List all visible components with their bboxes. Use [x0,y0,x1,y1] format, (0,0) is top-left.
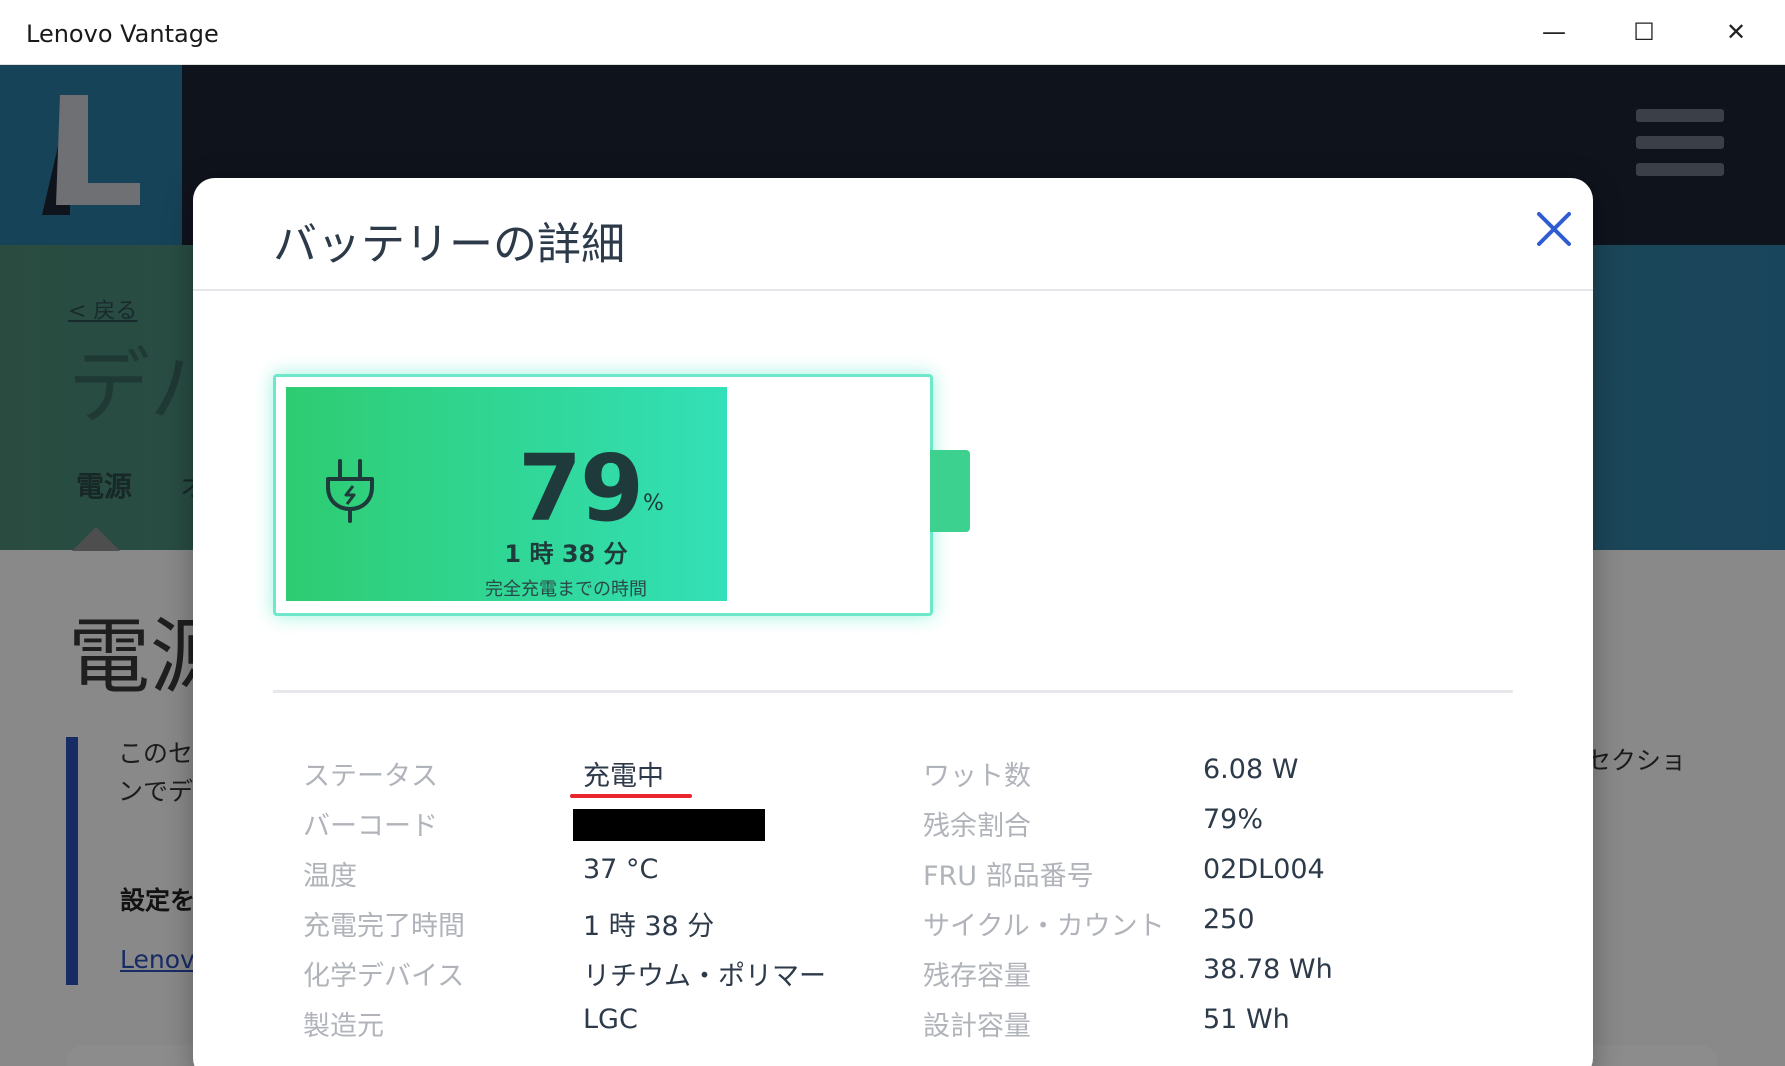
dialog-header: バッテリーの詳細 [193,178,1593,291]
window-titlebar: Lenovo Vantage — ☐ ✕ [0,0,1785,65]
label-remaining-percent: 残余割合 [923,811,1031,842]
label-chemistry: 化学デバイス [303,961,465,992]
value-fru-part-number: 02DL004 [1203,854,1325,885]
label-wattage: ワット数 [923,761,1031,792]
maximize-button[interactable]: ☐ [1624,14,1664,50]
app-title: Lenovo Vantage [26,20,219,48]
value-manufacturer: LGC [583,1004,638,1035]
value-remaining-percent: 79% [1203,804,1264,835]
label-fru-part-number: FRU 部品番号 [923,861,1094,892]
minimize-button[interactable]: — [1534,14,1574,50]
label-cycle-count: サイクル・カウント [923,911,1165,942]
label-temperature: 温度 [303,861,357,892]
label-barcode: バーコード [303,811,438,842]
label-remaining-capacity: 残存容量 [923,961,1031,992]
value-wattage: 6.08 W [1203,754,1299,785]
label-charge-complete-time: 充電完了時間 [303,911,465,942]
value-status: 充電中 [583,761,664,792]
value-remaining-capacity: 38.78 Wh [1203,954,1333,985]
close-window-button[interactable]: ✕ [1716,14,1756,50]
value-temperature: 37 °C [583,854,659,885]
value-design-capacity: 51 Wh [1203,1004,1290,1035]
time-to-full: 1 時 38 分 [504,540,628,568]
time-to-full-label: 完全充電までの時間 [485,579,647,600]
close-icon[interactable] [1529,204,1579,254]
battery-percent: 79 [518,435,644,542]
value-charge-complete-time: 1 時 38 分 [583,911,715,942]
label-design-capacity: 設計容量 [923,1011,1031,1042]
section-divider [273,690,1513,693]
battery-gauge: 79 % 1 時 38 分 完全充電までの時間 [273,374,933,616]
status-underline [570,794,692,798]
barcode-redacted [573,809,765,841]
battery-fill: 79 % 1 時 38 分 完全充電までの時間 [286,387,727,601]
battery-details-dialog: バッテリーの詳細 79 % 1 時 38 分 完全充電までの時間 ステータス 充… [193,178,1593,1066]
battery-tip [930,450,970,532]
battery-percent-unit: % [643,491,664,516]
value-chemistry: リチウム・ポリマー [583,961,826,992]
dialog-title: バッテリーの詳細 [273,219,625,270]
app-body: < 戻る デバ 電源 オ 電源 このセク ンでデ 設定を Lenovo セクショ… [0,65,1785,1066]
value-cycle-count: 250 [1203,904,1255,935]
label-status: ステータス [303,761,438,792]
label-manufacturer: 製造元 [303,1011,384,1042]
plug-icon [324,459,376,523]
